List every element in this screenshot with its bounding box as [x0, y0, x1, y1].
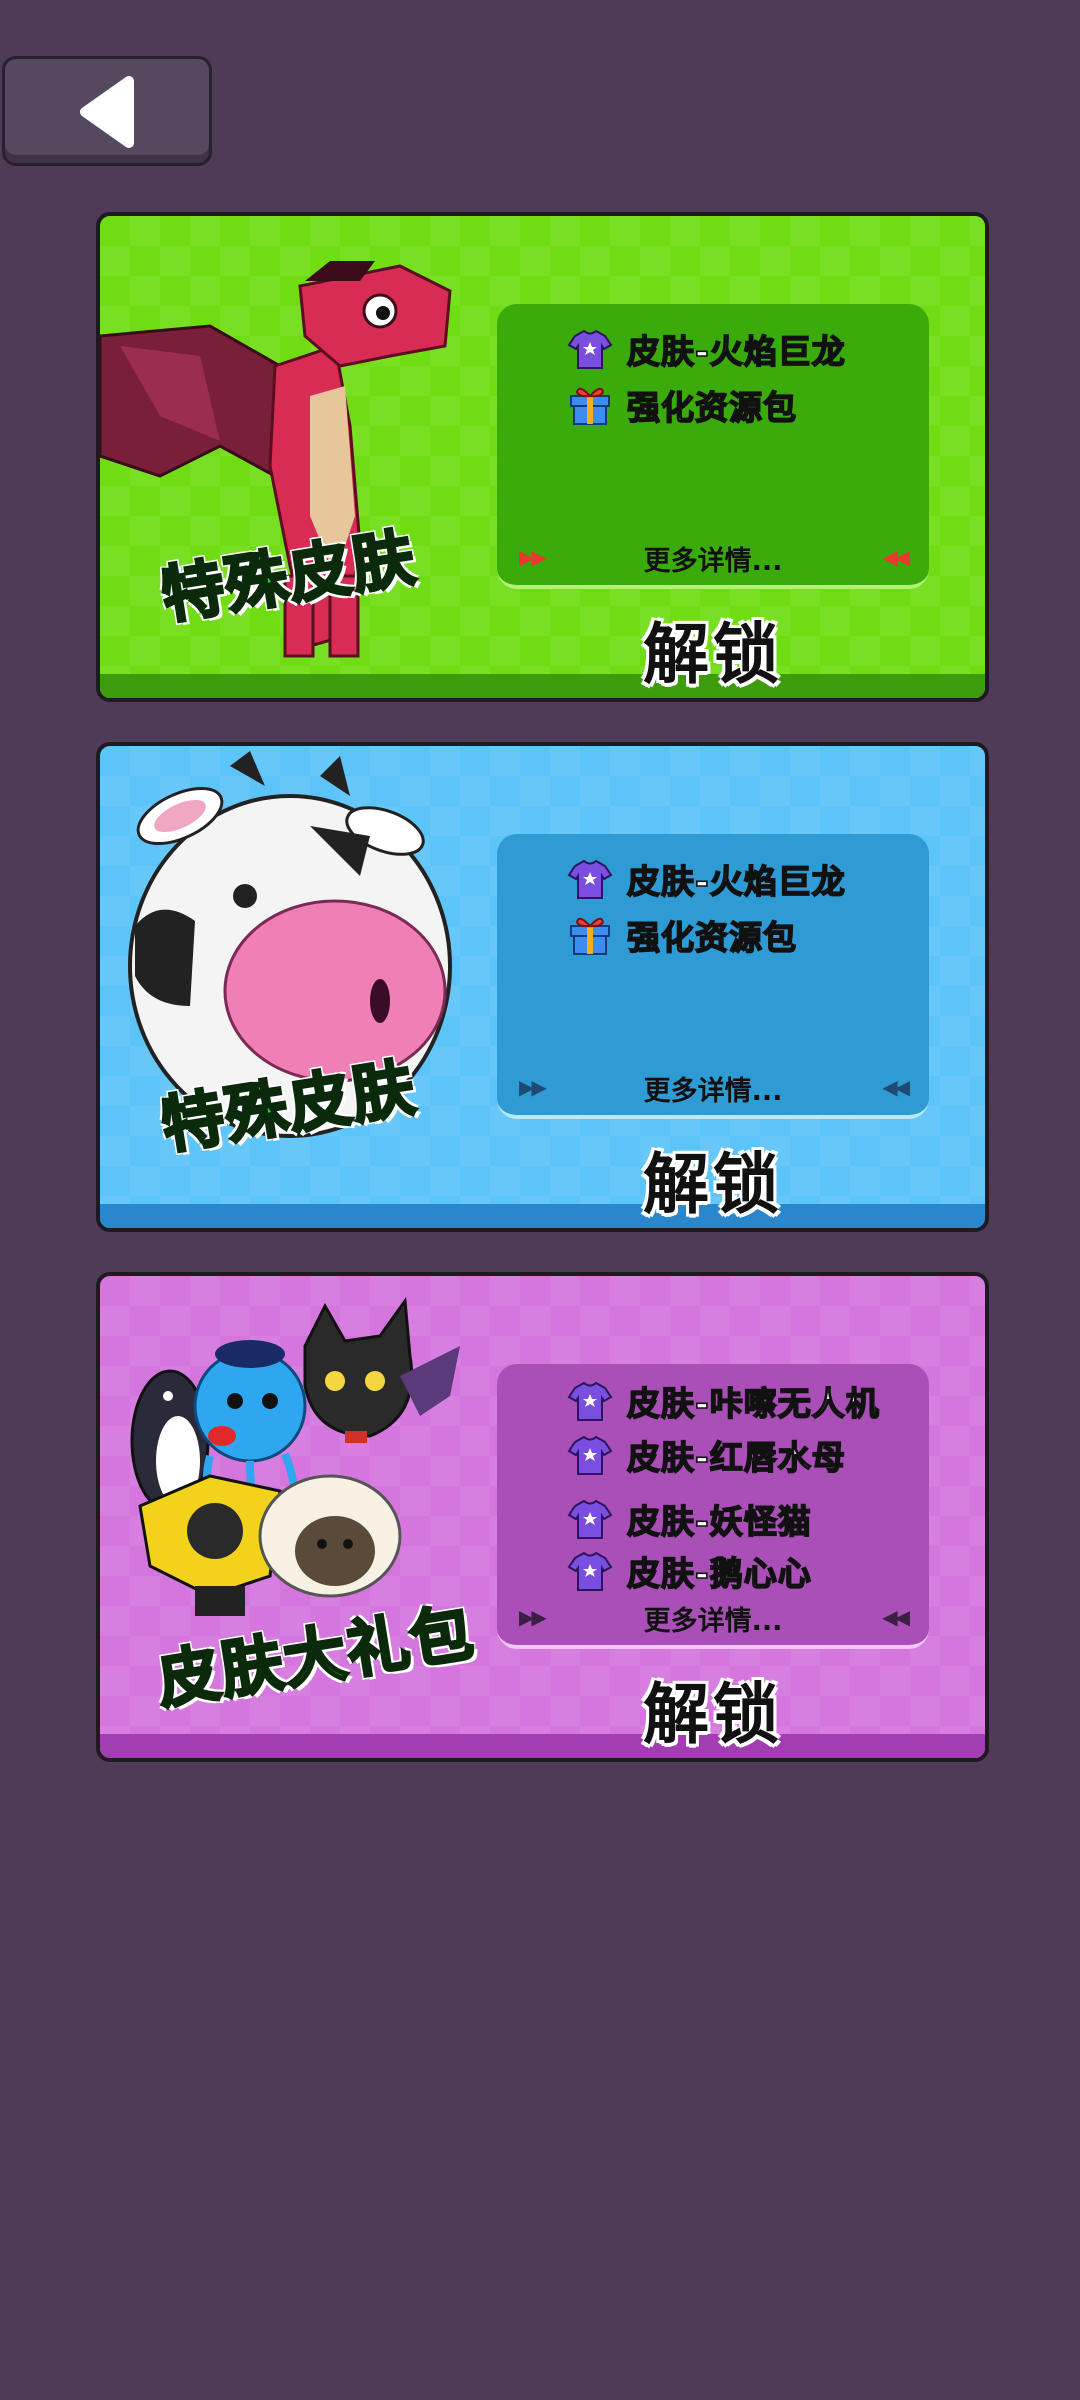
- reward-item: 皮肤-红唇水母: [567, 1430, 846, 1480]
- back-button[interactable]: [2, 56, 212, 166]
- reward-item: 强化资源包: [567, 910, 797, 960]
- more-details-link[interactable]: ▶▶ 更多详情... ◀◀: [497, 1599, 929, 1637]
- more-details-label: 更多详情...: [643, 1606, 783, 1637]
- back-arrow-icon: [80, 76, 134, 148]
- gift-icon: [570, 387, 610, 425]
- offer-card-skin-bundle[interactable]: 皮肤大礼包 皮肤-咔嚓无人机 皮肤-红唇水母 皮肤-妖怪猫 皮肤-鹅心心 ▶▶ …: [96, 1272, 989, 1762]
- reward-item-label: 皮肤-鹅心心: [626, 1553, 812, 1594]
- shirt-icon: [567, 329, 613, 369]
- reward-item-label: 皮肤-咔嚓无人机: [626, 1383, 880, 1424]
- shirt-icon: [567, 1499, 613, 1539]
- arrow-left-icon: ◀◀: [882, 1075, 910, 1099]
- arrow-left-icon: ◀◀: [882, 1605, 910, 1629]
- reward-item-label: 强化资源包: [626, 917, 797, 958]
- more-details-label: 更多详情...: [643, 1076, 783, 1107]
- arrow-left-icon: ◀◀: [882, 545, 910, 569]
- reward-item-label: 皮肤-火焰巨龙: [626, 861, 846, 902]
- rewards-panel: 皮肤-火焰巨龙 强化资源包 ▶▶ 更多详情... ◀◀: [497, 834, 929, 1119]
- reward-item-label: 皮肤-红唇水母: [626, 1437, 846, 1478]
- arrow-right-icon: ▶▶: [519, 1075, 547, 1099]
- more-details-link[interactable]: ▶▶ 更多详情... ◀◀: [497, 539, 929, 577]
- reward-item: 皮肤-火焰巨龙: [567, 854, 846, 904]
- arrow-right-icon: ▶▶: [519, 545, 547, 569]
- shirt-icon: [567, 1381, 613, 1421]
- rewards-panel: 皮肤-火焰巨龙 强化资源包 ▶▶ 更多详情... ◀◀: [497, 304, 929, 589]
- unlock-button[interactable]: 解锁: [497, 1661, 929, 1757]
- shirt-icon: [567, 1551, 613, 1591]
- reward-item: 皮肤-咔嚓无人机: [567, 1376, 880, 1426]
- shirt-icon: [567, 859, 613, 899]
- reward-item: 皮肤-鹅心心: [567, 1546, 812, 1596]
- reward-item-label: 皮肤-火焰巨龙: [626, 331, 846, 372]
- reward-item: 强化资源包: [567, 380, 797, 430]
- reward-item: 皮肤-妖怪猫: [567, 1494, 812, 1544]
- unlock-button[interactable]: 解锁: [497, 601, 929, 697]
- offer-card-dragon[interactable]: 特殊皮肤 皮肤-火焰巨龙 强化资源包 ▶▶ 更多详情... ◀◀ 解锁: [96, 212, 989, 702]
- unlock-button[interactable]: 解锁: [497, 1131, 929, 1227]
- arrow-right-icon: ▶▶: [519, 1605, 547, 1629]
- reward-item: 皮肤-火焰巨龙: [567, 324, 846, 374]
- offer-card-cow[interactable]: 特殊皮肤 皮肤-火焰巨龙 强化资源包 ▶▶ 更多详情... ◀◀ 解锁: [96, 742, 989, 1232]
- more-details-label: 更多详情...: [643, 546, 783, 577]
- gift-icon: [570, 917, 610, 955]
- reward-item-label: 强化资源包: [626, 387, 797, 428]
- more-details-link[interactable]: ▶▶ 更多详情... ◀◀: [497, 1069, 929, 1107]
- rewards-panel: 皮肤-咔嚓无人机 皮肤-红唇水母 皮肤-妖怪猫 皮肤-鹅心心 ▶▶ 更多详情..…: [497, 1364, 929, 1649]
- reward-item-label: 皮肤-妖怪猫: [626, 1501, 812, 1542]
- shirt-icon: [567, 1435, 613, 1475]
